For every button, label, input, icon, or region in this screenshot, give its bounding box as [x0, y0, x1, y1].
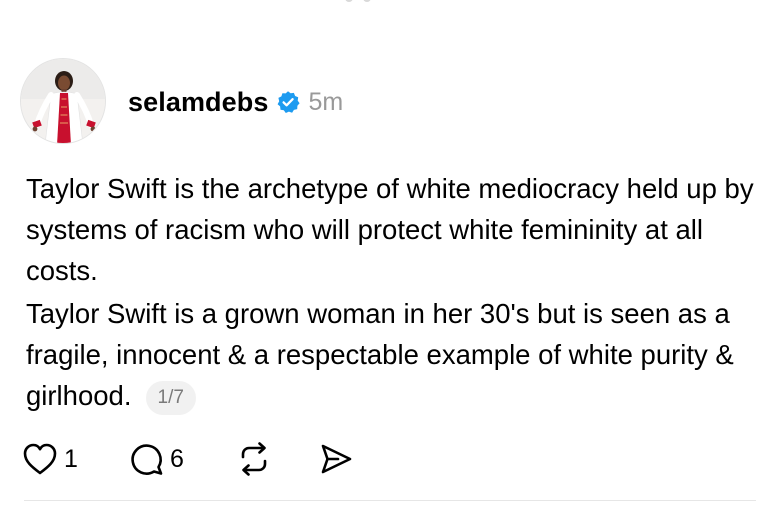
post-timestamp: 5m [308, 87, 344, 116]
post-paragraph-text: Taylor Swift is a grown woman in her 30'… [26, 298, 734, 411]
avatar-image [21, 59, 105, 143]
repost-icon [241, 442, 267, 476]
post-paragraph: Taylor Swift is the archetype of white m… [26, 173, 754, 286]
verified-icon [276, 90, 301, 114]
share-button[interactable] [318, 441, 354, 477]
action-bar: 1 6 [22, 440, 354, 478]
like-button[interactable]: 1 [22, 442, 122, 476]
avatar[interactable] [20, 58, 106, 144]
post-divider [24, 500, 756, 501]
thread-post: selamdebs 5m Taylor Swift is the archety… [0, 0, 780, 516]
reply-button[interactable]: 6 [128, 441, 232, 477]
thread-page-indicator: 1/7 [145, 381, 196, 415]
send-icon [321, 444, 352, 474]
username[interactable]: selamdebs [128, 87, 268, 118]
post-paragraph: Taylor Swift is a grown woman in her 30'… [26, 293, 766, 416]
heart-icon [23, 443, 57, 475]
like-count: 1 [64, 444, 78, 473]
reply-count: 6 [170, 444, 184, 473]
reply-icon [131, 444, 163, 475]
post-body: Taylor Swift is the archetype of white m… [26, 168, 766, 416]
repost-button[interactable] [236, 441, 318, 477]
post-header: selamdebs 5m [128, 84, 343, 120]
